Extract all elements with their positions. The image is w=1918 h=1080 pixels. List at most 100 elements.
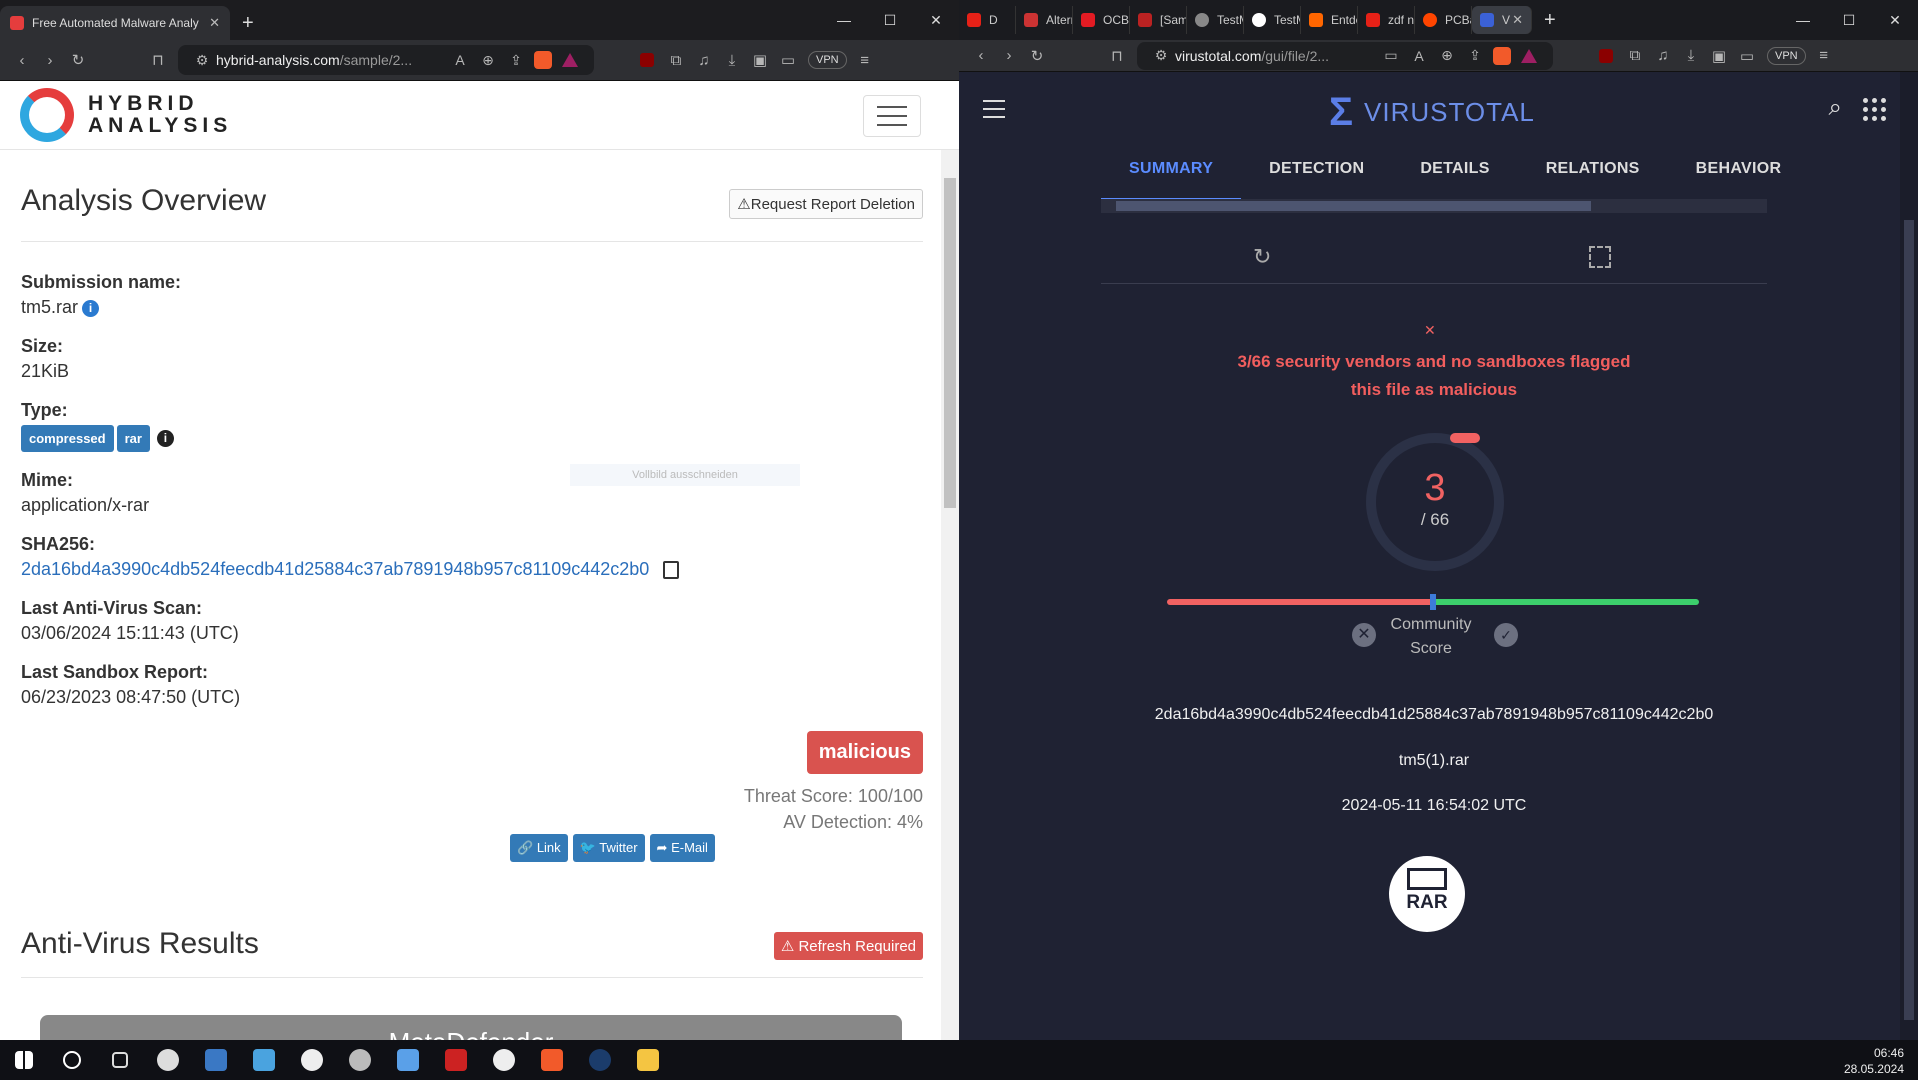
reanalyze-icon[interactable]: ↻: [1253, 244, 1271, 270]
translate-icon[interactable]: A: [446, 52, 474, 68]
search-icon[interactable]: ⌕: [1829, 94, 1842, 122]
bookmark-icon[interactable]: ⊓: [144, 51, 172, 69]
taskbar-app[interactable]: [144, 1040, 192, 1080]
vote-harmless-icon[interactable]: ✓: [1494, 623, 1518, 647]
media-icon[interactable]: ♫: [1649, 47, 1677, 64]
maximize-icon[interactable]: ☐: [867, 0, 913, 40]
extensions-icon[interactable]: ⧉: [662, 52, 690, 69]
tab-detection[interactable]: DETECTION: [1241, 152, 1392, 201]
share-twitter-button[interactable]: 🐦 Twitter: [572, 834, 645, 862]
zoom-icon[interactable]: ⊕: [474, 52, 502, 69]
taskbar-app[interactable]: [240, 1040, 288, 1080]
type-info-icon[interactable]: i: [156, 429, 174, 447]
browser-tab[interactable]: D: [959, 6, 1016, 34]
minimize-icon[interactable]: —: [821, 0, 867, 40]
taskbar-app[interactable]: [336, 1040, 384, 1080]
sidebar-icon[interactable]: ▣: [746, 51, 774, 69]
scrollbar-thumb[interactable]: [1116, 201, 1591, 211]
new-tab-button[interactable]: +: [230, 6, 266, 40]
ha-brand[interactable]: HYBRID ANALYSIS: [88, 93, 232, 137]
tab-relations[interactable]: RELATIONS: [1518, 152, 1668, 201]
similar-search-icon[interactable]: [1589, 246, 1611, 268]
bookmark-icon[interactable]: ⊓: [1103, 47, 1131, 65]
brave-shields-icon[interactable]: [534, 51, 552, 69]
share-email-button[interactable]: ➦ E-Mail: [649, 834, 715, 862]
back-icon[interactable]: ‹: [8, 52, 36, 69]
task-view-button[interactable]: [96, 1040, 144, 1080]
download-icon[interactable]: ⤓: [718, 52, 746, 69]
page-scrollbar[interactable]: [1900, 72, 1918, 1040]
tab-summary[interactable]: SUMMARY: [1101, 152, 1242, 201]
menu-icon[interactable]: ≡: [1810, 47, 1838, 64]
sidebar-icon[interactable]: ▣: [1705, 47, 1733, 65]
site-settings-icon[interactable]: ⚙: [188, 52, 216, 69]
forward-icon[interactable]: ›: [36, 52, 64, 69]
taskbar-app[interactable]: [432, 1040, 480, 1080]
browser-tab-hybrid[interactable]: Free Automated Malware Analy ✕: [0, 6, 230, 40]
reload-icon[interactable]: ↻: [1023, 47, 1051, 65]
menu-icon[interactable]: ≡: [851, 52, 879, 69]
share-icon[interactable]: ⇪: [1461, 47, 1489, 64]
tab-behavior[interactable]: BEHAVIOR: [1668, 152, 1810, 201]
vpn-button[interactable]: VPN: [1767, 46, 1806, 65]
system-clock[interactable]: 06:46 28.05.2024: [1844, 1045, 1904, 1077]
brave-shields-icon[interactable]: [1493, 46, 1511, 65]
type-tag-rar[interactable]: rar: [116, 425, 150, 452]
tab-details[interactable]: DETAILS: [1392, 152, 1517, 201]
brave-rewards-icon[interactable]: [1521, 48, 1537, 63]
site-settings-icon[interactable]: ⚙: [1147, 47, 1175, 64]
download-icon[interactable]: ⤓: [1677, 47, 1705, 64]
start-button[interactable]: [0, 1040, 48, 1080]
minimize-icon[interactable]: —: [1780, 0, 1826, 40]
vt-logo[interactable]: Σ VIRUSTOTAL: [1329, 90, 1535, 135]
scrollbar-thumb[interactable]: [944, 178, 956, 508]
vpn-button[interactable]: VPN: [808, 51, 847, 69]
forward-icon[interactable]: ›: [995, 47, 1023, 64]
taskbar-app[interactable]: [480, 1040, 528, 1080]
media-icon[interactable]: ♫: [690, 52, 718, 69]
extensions-icon[interactable]: ⧉: [1621, 47, 1649, 64]
browser-tab[interactable]: OCBA: [1073, 6, 1130, 34]
refresh-required-button[interactable]: ⚠ Refresh Required: [773, 932, 923, 960]
taskbar-app-brave[interactable]: [528, 1040, 576, 1080]
wallet-icon[interactable]: ▭: [1733, 47, 1761, 65]
new-tab-button[interactable]: +: [1532, 3, 1568, 37]
sha256-link[interactable]: 2da16bd4a3990c4db524feecdb41d25884c37ab7…: [21, 559, 649, 579]
search-button[interactable]: [48, 1040, 96, 1080]
tabs-scrollbar[interactable]: [1101, 199, 1767, 213]
apps-grid-icon[interactable]: [1863, 98, 1886, 121]
vt-menu-icon[interactable]: [983, 100, 1005, 118]
close-window-icon[interactable]: ✕: [913, 0, 959, 40]
page-scrollbar[interactable]: [941, 150, 959, 1040]
reload-icon[interactable]: ↻: [64, 51, 92, 69]
install-app-icon[interactable]: ▭: [1377, 47, 1405, 64]
browser-tab-virustotal[interactable]: V ✕: [1472, 6, 1532, 34]
scrollbar-thumb[interactable]: [1904, 220, 1914, 1020]
type-tag-compressed[interactable]: compressed: [21, 425, 114, 452]
info-icon[interactable]: i: [82, 299, 100, 317]
ublock-icon[interactable]: [640, 53, 654, 67]
zoom-icon[interactable]: ⊕: [1433, 47, 1461, 64]
request-deletion-button[interactable]: ⚠Request Report Deletion: [729, 189, 923, 219]
close-tab-icon[interactable]: ✕: [209, 15, 220, 31]
address-bar[interactable]: ⚙ hybrid-analysis.com /sample/2... A ⊕ ⇪: [178, 45, 594, 75]
nav-toggle-button[interactable]: [863, 95, 921, 137]
hybrid-analysis-logo-icon[interactable]: [20, 88, 74, 142]
close-window-icon[interactable]: ✕: [1872, 0, 1918, 40]
share-icon[interactable]: ⇪: [502, 52, 530, 69]
close-tab-icon[interactable]: ✕: [1512, 12, 1523, 28]
browser-tab[interactable]: zdf n: [1358, 6, 1415, 34]
back-icon[interactable]: ‹: [967, 47, 995, 64]
browser-tab[interactable]: [Sam: [1130, 6, 1187, 34]
browser-tab[interactable]: Entde: [1301, 6, 1358, 34]
taskbar-app[interactable]: [288, 1040, 336, 1080]
browser-tab[interactable]: TestM: [1187, 6, 1244, 34]
share-link-button[interactable]: 🔗 Link: [510, 834, 568, 862]
wallet-icon[interactable]: ▭: [774, 51, 802, 69]
browser-tab[interactable]: TestM: [1244, 6, 1301, 34]
taskbar-app[interactable]: [192, 1040, 240, 1080]
translate-icon[interactable]: A: [1405, 48, 1433, 64]
taskbar-app-explorer[interactable]: [624, 1040, 672, 1080]
copy-clipboard-icon[interactable]: [663, 561, 680, 580]
brave-rewards-icon[interactable]: [562, 53, 578, 67]
